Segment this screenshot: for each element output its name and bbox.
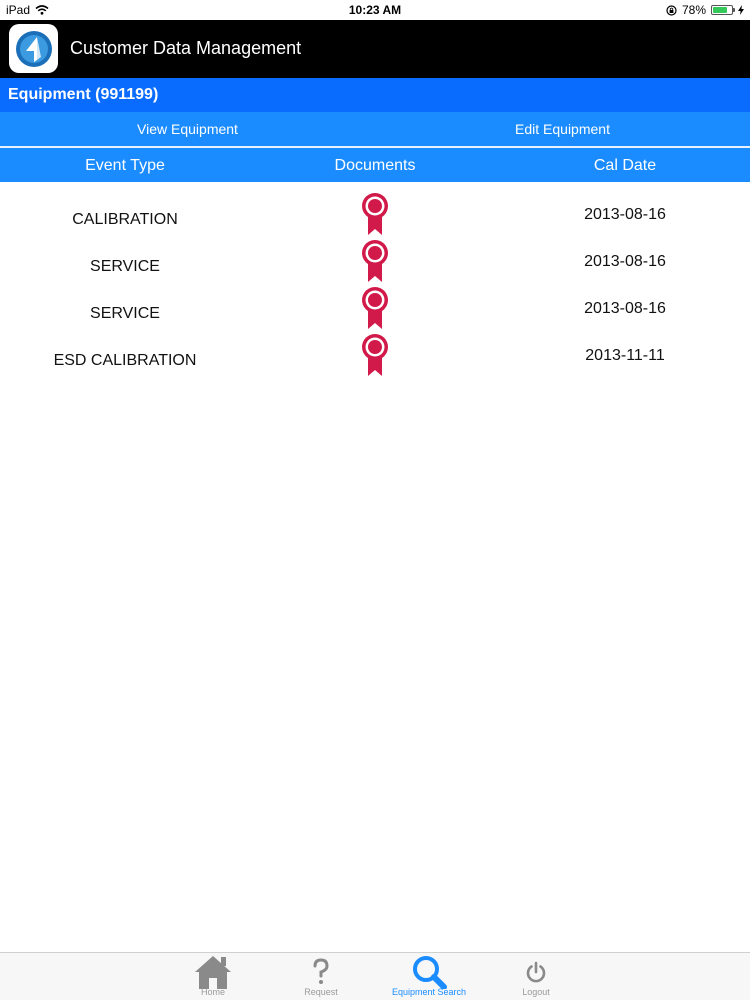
table-header: Event Type Documents Cal Date [0, 148, 750, 182]
battery-percent: 78% [681, 3, 706, 17]
search-icon [413, 956, 447, 989]
bottom-tab-bar: Home Request Equipment Search Logout [0, 952, 750, 1000]
event-table: CALIBRATION 2013-08-16 SERVICE 2013-08-1… [0, 190, 750, 378]
award-ribbon-icon[interactable] [360, 333, 390, 377]
app-logo[interactable] [9, 24, 58, 73]
app-header: Customer Data Management [0, 20, 750, 78]
status-bar: iPad 10:23 AM 78% [0, 0, 750, 20]
nav-home[interactable]: Home [168, 953, 258, 1001]
app-title: Customer Data Management [70, 38, 302, 58]
document-cell[interactable] [350, 192, 400, 236]
nav-request[interactable]: Request [276, 953, 366, 1001]
nav-logout-icon-wrap [491, 955, 581, 989]
nav-search-icon-wrap [384, 955, 474, 989]
cal-date-cell: 2013-11-11 [585, 347, 665, 364]
battery-icon [711, 5, 735, 15]
event-type-cell: SERVICE [90, 258, 160, 275]
event-type-cell: SERVICE [90, 305, 160, 322]
nav-home-icon-wrap [168, 955, 258, 989]
cal-date-cell: 2013-08-16 [584, 206, 666, 223]
table-row[interactable]: SERVICE 2013-08-16 [0, 237, 750, 284]
award-ribbon-icon[interactable] [360, 192, 390, 236]
column-header-event-type: Event Type [85, 157, 165, 174]
award-ribbon-icon[interactable] [360, 286, 390, 330]
nav-logout-label: Logout [522, 987, 550, 997]
tab-view-equipment[interactable]: View Equipment [0, 112, 375, 146]
equipment-tabs: View Equipment Edit Equipment [0, 112, 750, 146]
cal-date-cell: 2013-08-16 [584, 300, 666, 317]
equipment-header: Equipment (991199) [0, 78, 750, 112]
battery-tip [733, 8, 735, 12]
home-icon [195, 956, 231, 989]
table-row[interactable]: SERVICE 2013-08-16 [0, 284, 750, 331]
document-cell[interactable] [350, 333, 400, 377]
question-icon [313, 958, 329, 984]
rotation-lock-icon [666, 4, 677, 16]
document-cell[interactable] [350, 239, 400, 283]
status-right: 78% [666, 3, 744, 17]
nav-request-label: Request [304, 987, 338, 997]
equipment-title: Equipment (991199) [8, 86, 159, 103]
document-cell[interactable] [350, 286, 400, 330]
power-icon [526, 961, 546, 983]
nav-equipment-search-label: Equipment Search [391, 987, 467, 997]
column-header-documents: Documents [334, 157, 416, 174]
event-type-cell: ESD CALIBRATION [53, 352, 197, 369]
table-row[interactable]: ESD CALIBRATION 2013-11-11 [0, 331, 750, 378]
nav-equipment-search[interactable]: Equipment Search [384, 953, 474, 1001]
event-type-cell: CALIBRATION [72, 211, 178, 228]
nav-logout[interactable]: Logout [491, 953, 581, 1001]
battery-fill [713, 7, 728, 13]
tab-edit-equipment[interactable]: Edit Equipment [375, 112, 750, 146]
cal-date-cell: 2013-08-16 [584, 253, 666, 270]
nav-home-label: Home [200, 987, 225, 997]
app-logo-icon [15, 30, 52, 67]
nav-request-icon-wrap [276, 955, 366, 989]
award-ribbon-icon[interactable] [360, 239, 390, 283]
charging-icon [738, 5, 744, 15]
status-time: 10:23 AM [348, 3, 402, 17]
table-row[interactable]: CALIBRATION 2013-08-16 [0, 190, 750, 237]
column-header-cal-date: Cal Date [593, 157, 657, 174]
